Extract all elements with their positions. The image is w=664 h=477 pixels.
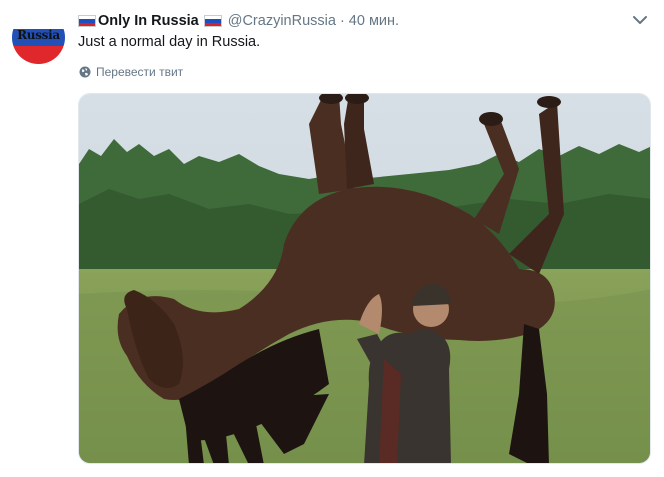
russian-flag-icon [78,15,96,27]
tweet: Russia Only In Russia @CrazyinRussia · 4… [0,0,664,477]
translate-label: Перевести твит [96,65,184,79]
separator-dot: · [339,13,345,29]
photo-horse-carried-by-man [79,94,650,463]
tweet-text: Just a normal day in Russia. [78,34,261,50]
russian-flag-icon [203,15,222,27]
user-handle[interactable]: @CrazyinRussia [228,13,336,29]
translate-tweet-link[interactable]: Перевести твит [79,65,183,79]
avatar[interactable]: Russia [12,11,65,64]
chevron-down-icon[interactable] [632,14,648,26]
avatar-band-red [12,46,65,64]
avatar-text: Russia [17,28,60,42]
globe-icon [79,66,91,78]
tweet-timestamp[interactable]: 40 мин. [349,13,399,29]
tweet-header: Only In Russia @CrazyinRussia · 40 мин. [78,11,399,31]
display-name[interactable]: Only In Russia [98,13,199,29]
tweet-photo[interactable] [78,93,651,464]
avatar-band-white [12,11,65,29]
